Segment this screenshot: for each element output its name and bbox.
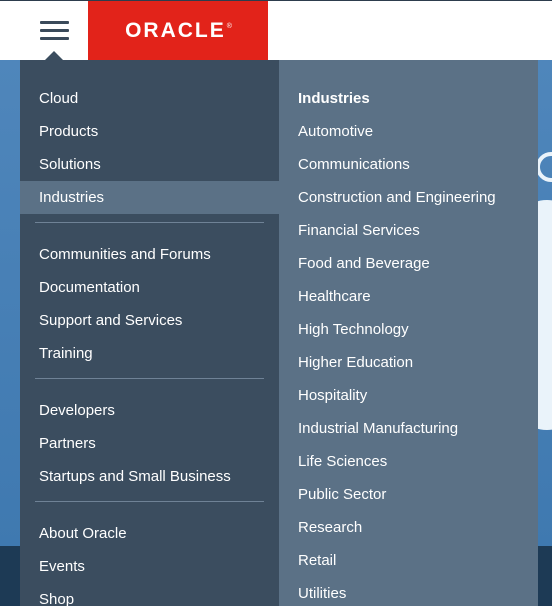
- submenu-item-communications[interactable]: Communications: [279, 148, 538, 181]
- menu-item-partners[interactable]: Partners: [20, 427, 279, 460]
- submenu-item-retail[interactable]: Retail: [279, 544, 538, 577]
- primary-menu: Cloud Products Solutions Industries Communit…: [20, 60, 279, 606]
- submenu-item-life-sciences[interactable]: Life Sciences: [279, 445, 538, 478]
- menu-item-label: Training: [39, 345, 93, 362]
- menu-item-events[interactable]: Events: [20, 550, 279, 583]
- menu-item-cloud[interactable]: Cloud: [20, 82, 279, 115]
- industries-submenu: Industries Automotive Communications Constr…: [279, 60, 538, 606]
- menu-item-shop[interactable]: Shop: [20, 583, 279, 606]
- hamburger-line: [40, 21, 69, 24]
- submenu-item-food-and-beverage[interactable]: Food and Beverage: [279, 247, 538, 280]
- top-navigation-bar: ORACLE®: [0, 0, 552, 61]
- menu-item-label: Startups and Small Business: [39, 468, 231, 485]
- menu-divider: [35, 378, 264, 379]
- hamburger-line: [40, 37, 69, 40]
- menu-item-startups-and-small-business[interactable]: Startups and Small Business: [20, 460, 279, 493]
- menu-divider: [35, 222, 264, 223]
- menu-item-industries[interactable]: Industries: [20, 181, 279, 214]
- menu-divider: [35, 501, 264, 502]
- submenu-heading: Industries: [298, 90, 370, 107]
- menu-item-label: Products: [39, 123, 99, 140]
- logo-text: ORACLE: [125, 19, 226, 42]
- menu-item-documentation[interactable]: Documentation: [20, 271, 279, 304]
- submenu-item-hospitality[interactable]: Hospitality: [279, 379, 538, 412]
- logo-wordmark: ORACLE®: [125, 19, 232, 43]
- menu-item-products[interactable]: Products: [20, 115, 279, 148]
- menu-item-support-and-services[interactable]: Support and Services: [20, 304, 279, 337]
- menu-item-label: Industries: [39, 189, 105, 206]
- submenu-item-financial-services[interactable]: Financial Services: [279, 214, 538, 247]
- menu-item-label: Communities and Forums: [39, 246, 211, 263]
- menu-item-label: Shop: [39, 591, 75, 606]
- submenu-item-construction-and-engineering[interactable]: Construction and Engineering: [279, 181, 538, 214]
- registered-mark: ®: [226, 23, 232, 30]
- menu-item-label: Developers: [39, 402, 115, 419]
- submenu-item-research[interactable]: Research: [279, 511, 538, 544]
- menu-item-label: Solutions: [39, 156, 101, 173]
- menu-item-label: Support and Services: [39, 312, 183, 329]
- menu-item-label: Cloud: [39, 90, 79, 107]
- menu-item-label: Events: [39, 558, 85, 575]
- submenu-item-healthcare[interactable]: Healthcare: [279, 280, 538, 313]
- menu-item-training[interactable]: Training: [20, 337, 279, 370]
- submenu-item-high-technology[interactable]: High Technology: [279, 313, 538, 346]
- menu-item-developers[interactable]: Developers: [20, 394, 279, 427]
- menu-item-solutions[interactable]: Solutions: [20, 148, 279, 181]
- hero-decoration-ring: [536, 152, 552, 182]
- page: ORACLE® Cloud Products Solutions Industries…: [0, 0, 552, 606]
- submenu-item-public-sector[interactable]: Public Sector: [279, 478, 538, 511]
- menu-item-about-oracle[interactable]: About Oracle: [20, 517, 279, 550]
- submenu-item-higher-education[interactable]: Higher Education: [279, 346, 538, 379]
- menu-item-label: Partners: [39, 435, 96, 452]
- menu-item-communities-and-forums[interactable]: Communities and Forums: [20, 238, 279, 271]
- hamburger-line: [40, 29, 69, 32]
- menu-item-label: About Oracle: [39, 525, 127, 542]
- submenu-item-utilities[interactable]: Utilities: [279, 577, 538, 606]
- hamburger-menu-icon[interactable]: [20, 1, 88, 61]
- submenu-item-automotive[interactable]: Automotive: [279, 115, 538, 148]
- oracle-logo[interactable]: ORACLE®: [88, 1, 268, 61]
- menu-item-label: Documentation: [39, 279, 140, 296]
- submenu-item-industrial-manufacturing[interactable]: Industrial Manufacturing: [279, 412, 538, 445]
